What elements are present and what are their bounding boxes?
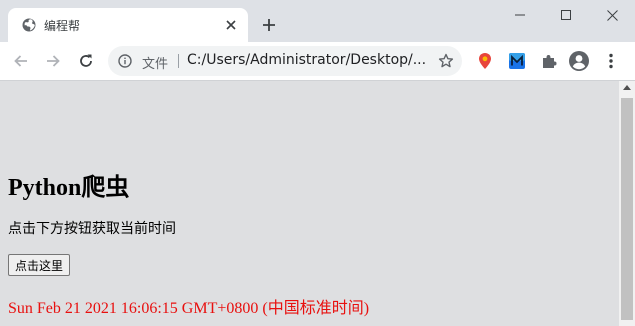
close-icon <box>606 9 618 21</box>
account-avatar-icon <box>569 51 589 71</box>
address-bar[interactable]: 文件 C:/Users/Administrator/Desktop/... <box>108 46 462 76</box>
back-arrow-icon <box>14 55 27 67</box>
info-icon[interactable] <box>118 54 132 68</box>
map-pin-icon <box>479 53 491 69</box>
maximize-icon <box>561 10 571 20</box>
active-tab[interactable]: 编程帮 <box>8 8 248 42</box>
m-extension-icon <box>509 53 525 69</box>
time-output: Sun Feb 21 2021 16:06:15 GMT+0800 (中国标准时… <box>8 300 370 317</box>
forward-arrow-icon <box>47 55 60 67</box>
new-tab-button[interactable] <box>258 14 280 36</box>
more-vert-icon <box>609 53 613 69</box>
back-button[interactable] <box>10 50 32 72</box>
puzzle-icon <box>543 55 557 68</box>
reload-icon <box>80 54 92 67</box>
scroll-up-arrow[interactable] <box>623 85 631 90</box>
minimize-icon <box>515 14 525 16</box>
tab-strip: 编程帮 <box>0 0 635 42</box>
profile-button[interactable] <box>569 51 589 71</box>
globe-icon <box>22 18 36 32</box>
scrollbar-thumb[interactable] <box>621 98 633 320</box>
bookmark-star-icon[interactable] <box>438 53 454 69</box>
instruction-text: 点击下方按钮获取当前时间 <box>8 221 176 237</box>
minimize-button[interactable] <box>497 0 543 30</box>
browser-window: 编程帮 文件 C:/Users/Administrator/Desktop/..… <box>0 0 635 326</box>
plus-icon <box>263 19 275 31</box>
browser-toolbar: 文件 C:/Users/Administrator/Desktop/... <box>0 42 635 81</box>
browser-menu-button[interactable] <box>601 51 621 71</box>
omnibox-divider <box>178 54 179 68</box>
vertical-scrollbar[interactable] <box>619 81 635 326</box>
url-text[interactable]: C:/Users/Administrator/Desktop/... <box>187 52 426 68</box>
page-viewport: Python爬虫 点击下方按钮获取当前时间 点击这里 Sun Feb 21 20… <box>0 81 619 326</box>
m-extension-button[interactable] <box>507 51 527 71</box>
tab-close-button[interactable] <box>222 16 240 34</box>
maximize-button[interactable] <box>543 0 589 30</box>
window-close-button[interactable] <box>589 0 635 30</box>
close-icon <box>226 20 236 30</box>
get-time-button[interactable]: 点击这里 <box>8 254 71 276</box>
page-title: Python爬虫 <box>8 175 130 201</box>
tab-title: 编程帮 <box>44 19 81 33</box>
forward-button[interactable] <box>42 50 64 72</box>
extensions-button[interactable] <box>539 51 559 71</box>
location-extension-button[interactable] <box>475 51 495 71</box>
reload-button[interactable] <box>75 50 97 72</box>
security-label: 文件 <box>142 57 169 72</box>
